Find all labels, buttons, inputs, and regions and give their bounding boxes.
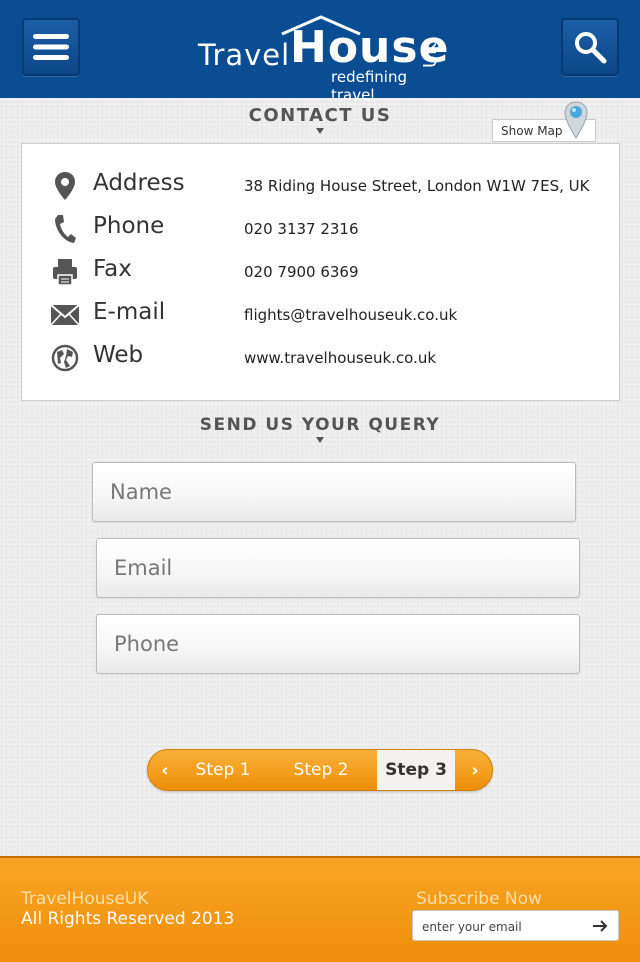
search-icon [575,32,607,64]
subscribe-title: Subscribe Now [416,889,542,909]
contact-label: E-mail [93,299,166,325]
step-3-button[interactable]: Step 3 [377,750,455,790]
arrow-right-icon [593,920,608,932]
chevron-left-icon: ‹ [161,759,169,781]
contact-value[interactable]: www.travelhouseuk.co.uk [244,349,436,367]
contact-label: Phone [93,213,165,239]
email-field[interactable] [96,538,580,598]
contact-row-address: Address 38 Riding House Street, London W… [22,168,621,208]
next-step-button[interactable]: › [458,750,492,790]
footer-brand: TravelHouseUK [21,889,149,909]
contact-card: Address 38 Riding House Street, London W… [21,143,620,401]
subscribe-submit-button[interactable] [590,916,610,936]
name-field[interactable] [92,462,576,522]
page-footer: TravelHouseUK All Rights Reserved 2013 S… [0,856,640,962]
contact-row-web: Web www.travelhouseuk.co.uk [22,340,621,380]
subscribe-form [412,910,619,942]
chevron-right-icon: › [471,759,479,781]
contact-label: Fax [93,256,132,282]
phone-input[interactable] [97,615,579,673]
contact-value: 020 7900 6369 [244,263,359,281]
contact-row-phone: Phone 020 3137 2316 [22,211,621,251]
name-input[interactable] [93,463,575,521]
contact-us-title: CONTACT US [248,105,392,126]
contact-value[interactable]: flights@travelhouseuk.co.uk [244,306,457,324]
subscribe-email-input[interactable] [413,911,594,942]
location-pin-icon [50,171,80,201]
contact-value[interactable]: 020 3137 2316 [244,220,359,238]
app-header: Travel House UK redefining travel [0,0,640,104]
step-label: Step 2 [293,760,349,780]
phone-icon [50,214,80,244]
step-1-button[interactable]: Step 1 [182,750,264,790]
step-label: Step 3 [385,760,447,780]
email-input[interactable] [97,539,579,597]
caret-down-icon [316,128,324,134]
search-button[interactable] [561,18,619,76]
step-label: Step 1 [195,760,251,780]
contact-value: 38 Riding House Street, London W1W 7ES, … [244,177,590,195]
contact-label: Web [93,342,144,368]
brand-logo[interactable]: Travel House UK redefining travel [198,14,448,104]
contact-row-email: E-mail flights@travelhouseuk.co.uk [22,297,621,337]
logo-tagline: redefining travel [331,68,407,104]
globe-icon [50,343,80,373]
prev-step-button[interactable]: ‹ [148,750,182,790]
caret-down-icon [316,437,324,443]
logo-travel-text: Travel [198,38,291,72]
menu-button[interactable] [22,18,80,76]
contact-label: Address [93,170,185,196]
query-heading: SEND US YOUR QUERY [0,415,640,443]
step-2-button[interactable]: Step 2 [278,750,364,790]
fax-icon [50,257,80,287]
hamburger-menu-icon [33,34,69,60]
map-pin-icon[interactable] [563,100,589,140]
query-title: SEND US YOUR QUERY [199,415,441,435]
logo-uk-text: UK [420,43,441,68]
contact-row-fax: Fax 020 7900 6369 [22,254,621,294]
envelope-icon [50,300,80,330]
phone-field[interactable] [96,614,580,674]
show-map-label: Show Map [501,124,563,138]
footer-copyright: All Rights Reserved 2013 [21,909,235,929]
step-pager: ‹ Step 1 Step 2 Step 3 › [147,749,493,791]
